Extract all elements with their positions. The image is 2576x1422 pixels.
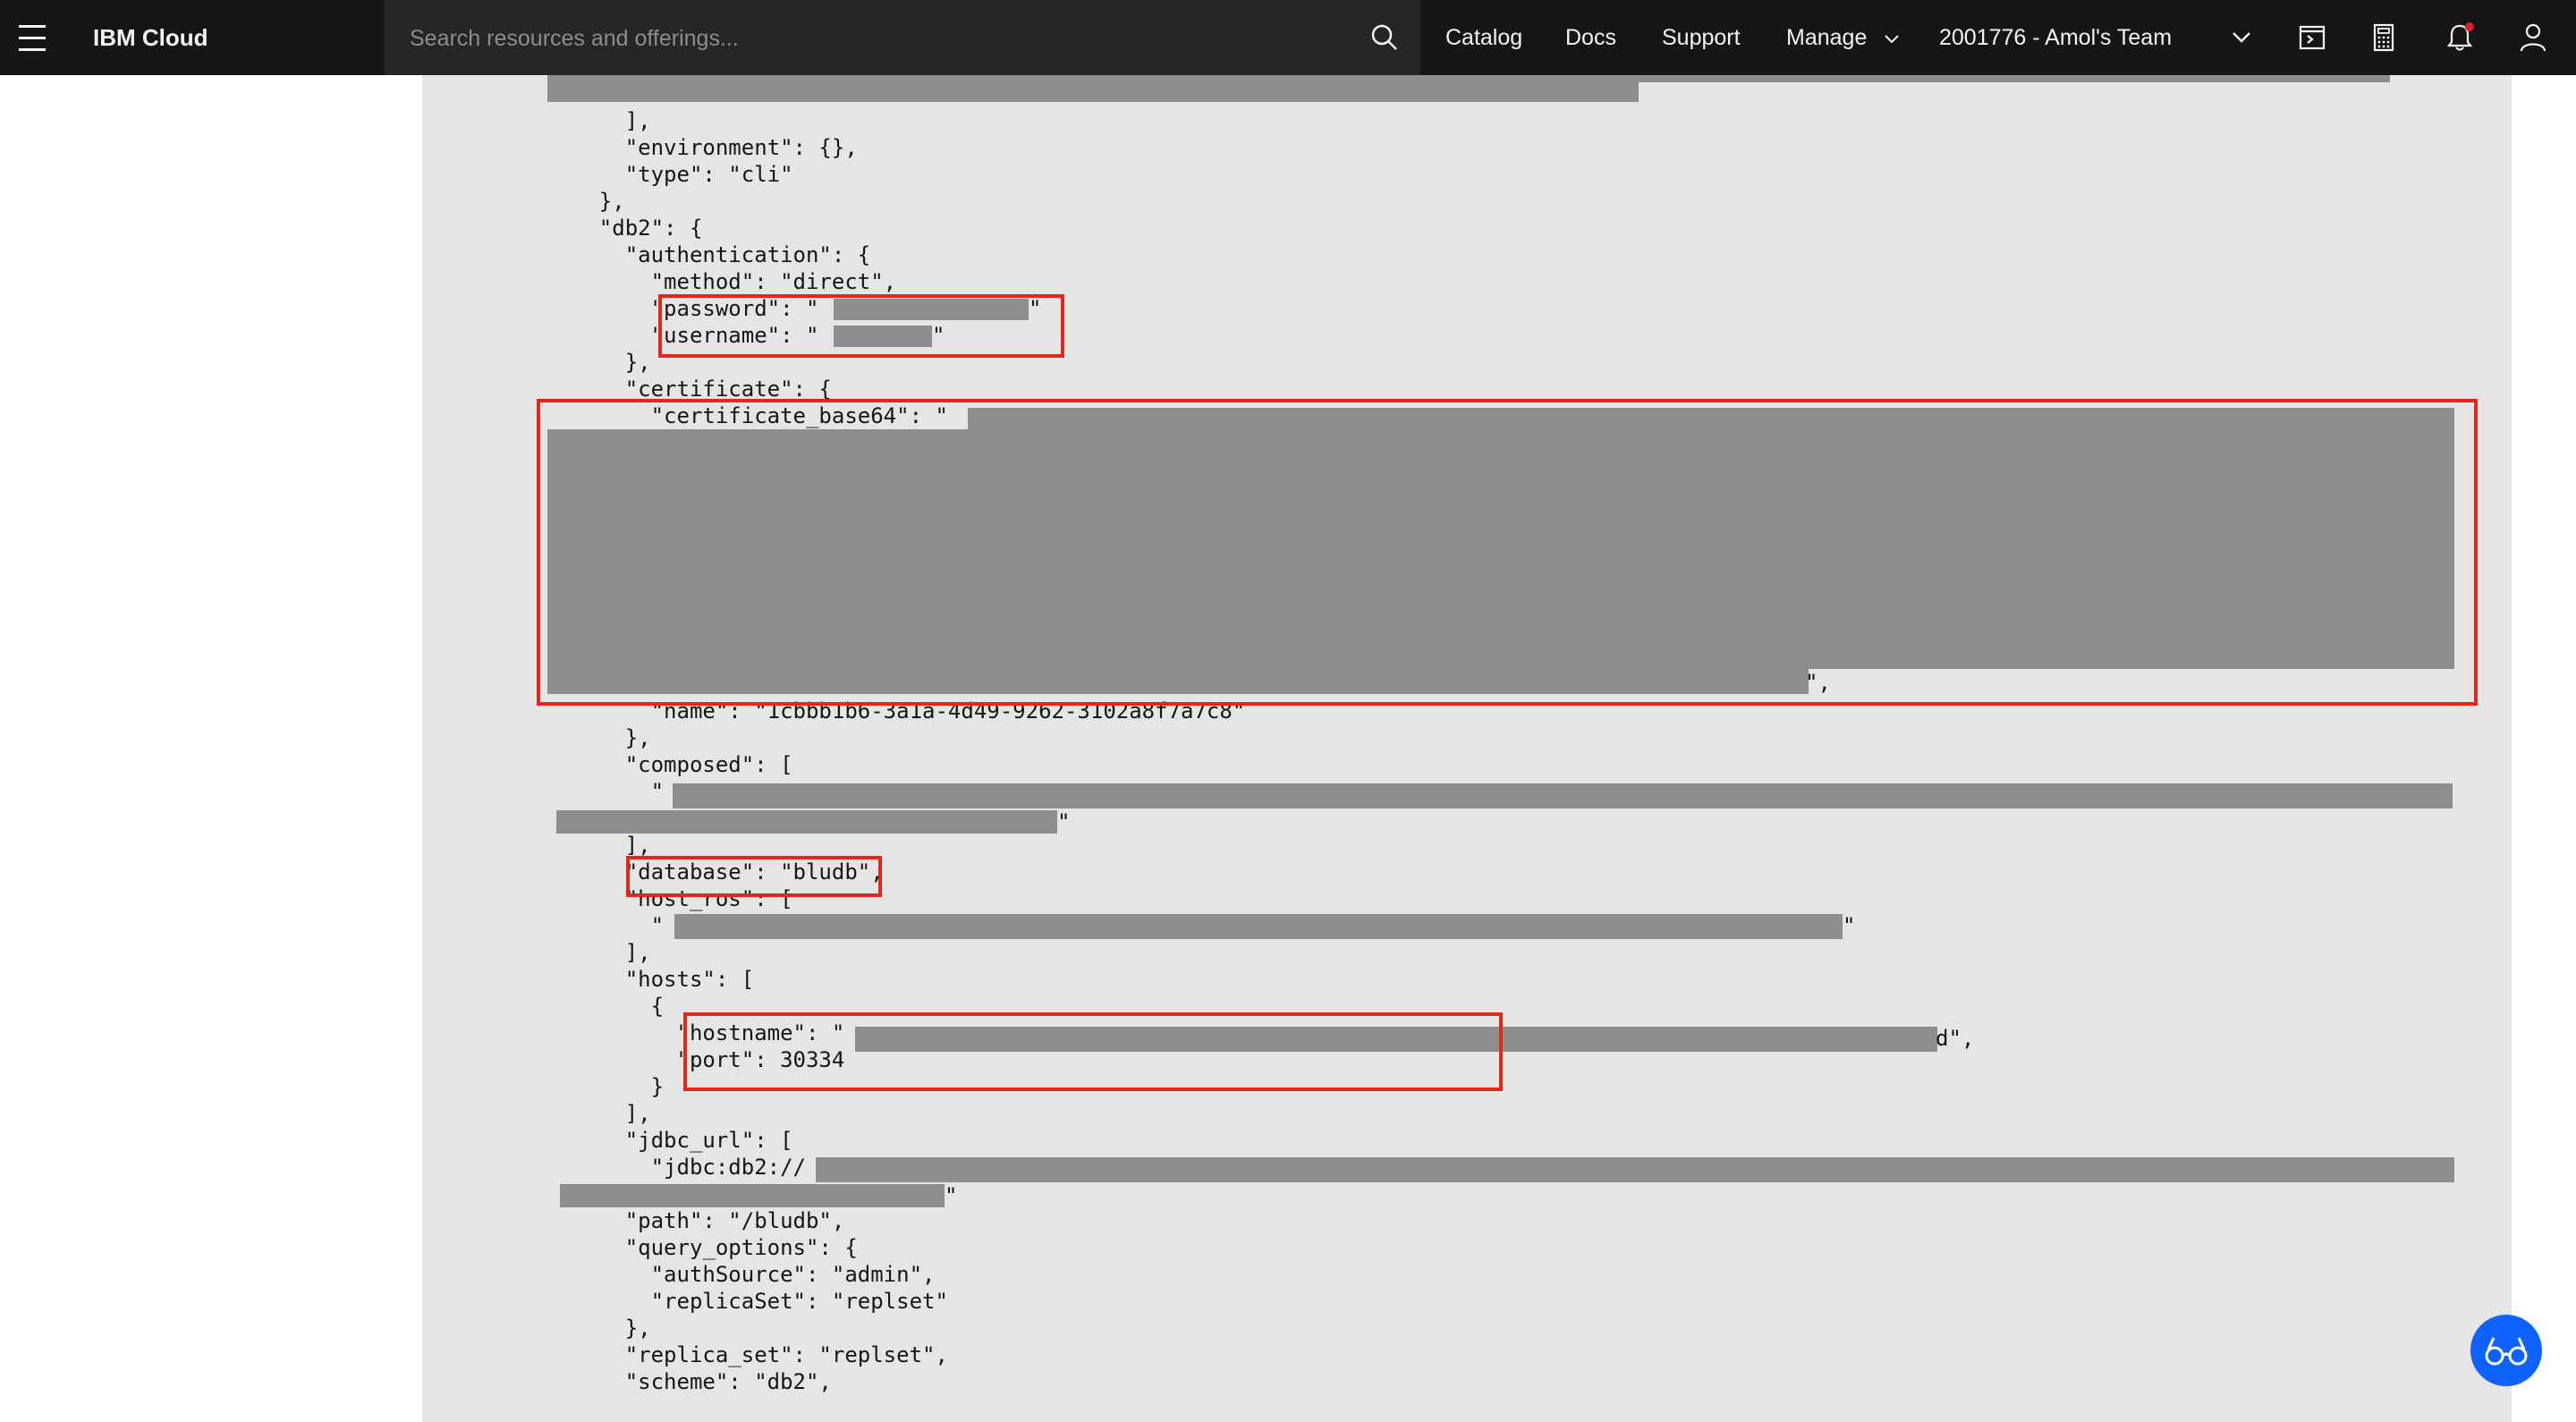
assist-button[interactable] [2470, 1315, 2542, 1386]
highlight-host-port [683, 1012, 1503, 1091]
code-line: "db2": { [547, 216, 703, 241]
code-line: "replicaSet": "replset" [547, 1289, 948, 1314]
host-ros-end-quote: " [1843, 913, 1856, 938]
code-line: } [547, 1074, 665, 1099]
terminal-icon[interactable] [2294, 20, 2330, 55]
search-bar [385, 0, 1420, 77]
search-icon[interactable] [1368, 21, 1401, 54]
code-line: }, [547, 350, 651, 375]
code-line: "type": "cli" [547, 162, 793, 187]
jdbc-url-end-quote: " [945, 1183, 958, 1208]
notification-icon[interactable] [2442, 20, 2478, 55]
code-line: }, [547, 189, 625, 214]
code-line: ], [547, 108, 651, 133]
json-credentials-view: ], "environment": {}, "type": "cli" }, "… [422, 75, 2512, 1422]
code-line: ], [547, 833, 651, 858]
redacted-composed-uri [556, 810, 1057, 834]
hostname-end-quote: d", [1936, 1026, 1975, 1051]
account-switcher[interactable]: 2001776 - Amol's Team [1939, 0, 2270, 75]
code-line: "composed": [ [547, 752, 793, 777]
code-line: "jdbc:db2:// [547, 1155, 806, 1180]
code-line: " [547, 913, 665, 938]
code-line: "authSource": "admin", [547, 1262, 936, 1287]
top-header: IBM Cloud Catalog Docs Support Manage 20… [0, 0, 2576, 77]
code-line: "replica_set": "replset", [547, 1342, 948, 1367]
code-line: "query_options": { [547, 1235, 858, 1260]
nav-manage-label: Manage [1786, 25, 1868, 50]
code-line: { [547, 994, 665, 1019]
code-line: "authentication": { [547, 242, 871, 267]
highlight-certificate [537, 399, 2478, 706]
nav-support[interactable]: Support [1662, 0, 1741, 75]
composed-end-quote: " [1057, 809, 1071, 834]
code-line: "scheme": "db2", [547, 1369, 832, 1394]
code-line: "hosts": [ [547, 967, 755, 992]
search-input[interactable] [408, 0, 1306, 77]
highlight-database [626, 856, 882, 897]
brand-logo[interactable]: IBM Cloud [93, 0, 208, 75]
code-line: "environment": {}, [547, 135, 858, 160]
chevron-down-icon [1885, 35, 1900, 44]
code-line: ], [547, 940, 651, 965]
redacted-text [547, 82, 1639, 102]
redacted-jdbc-url [816, 1157, 2454, 1182]
user-icon[interactable] [2515, 20, 2551, 55]
code-line: " [547, 779, 665, 804]
redacted-composed-uri [673, 783, 2453, 808]
nav-docs[interactable]: Docs [1565, 0, 1616, 75]
code-line: }, [547, 725, 651, 750]
code-line: ], [547, 1101, 651, 1126]
code-line: "path": "/bludb", [547, 1208, 845, 1233]
code-line: }, [547, 1316, 651, 1341]
nav-catalog[interactable]: Catalog [1445, 0, 1522, 75]
glasses-icon [2485, 1337, 2528, 1366]
notification-dot [2465, 22, 2474, 31]
chevron-down-icon[interactable] [2224, 20, 2259, 55]
redacted-jdbc-url [560, 1184, 945, 1207]
code-line: "method": "direct", [547, 269, 897, 294]
calculator-icon[interactable] [2366, 20, 2402, 55]
account-name: 2001776 - Amol's Team [1939, 25, 2173, 50]
menu-button[interactable] [0, 0, 64, 75]
highlight-credentials [658, 294, 1064, 358]
redacted-host-ros [674, 914, 1843, 939]
code-line: "jdbc_url": [ [547, 1128, 793, 1153]
menu-icon [19, 21, 46, 55]
nav-manage[interactable]: Manage [1786, 0, 1902, 75]
